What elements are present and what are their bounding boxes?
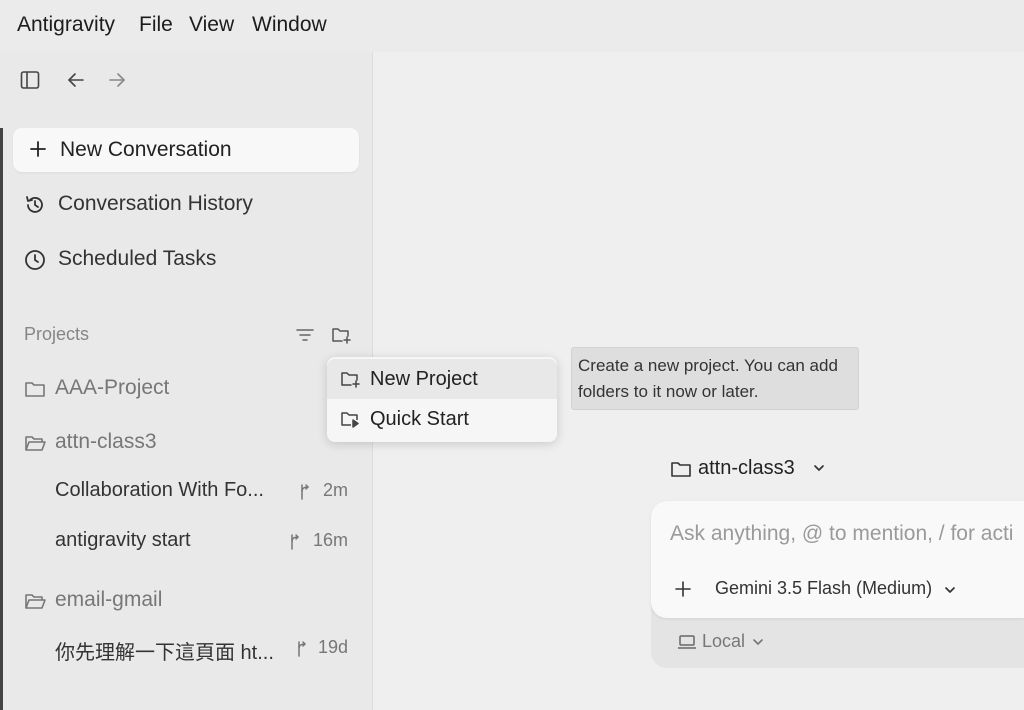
new-conversation-label: New Conversation bbox=[60, 138, 232, 161]
branch-icon bbox=[298, 483, 314, 501]
projects-header: Projects bbox=[24, 324, 90, 344]
back-arrow-icon[interactable] bbox=[66, 70, 86, 90]
add-folder-icon[interactable] bbox=[331, 326, 351, 344]
tooltip-line-1: Create a new project. You can add bbox=[578, 356, 838, 375]
menu-app[interactable]: Antigravity bbox=[17, 13, 115, 37]
folder-open-icon bbox=[24, 591, 46, 611]
branch-icon bbox=[295, 640, 311, 658]
menu-window[interactable]: Window bbox=[252, 13, 327, 37]
branch-icon bbox=[288, 533, 304, 551]
model-selector[interactable]: Gemini 3.5 Flash (Medium) bbox=[715, 578, 932, 599]
new-project-option[interactable]: New Project bbox=[327, 359, 557, 399]
new-project-label: New Project bbox=[370, 368, 478, 390]
tooltip: Create a new project. You can add folder… bbox=[571, 347, 859, 410]
workspace-name: attn-class3 bbox=[698, 457, 795, 479]
conversation-item[interactable]: Collaboration With Fo... 2m bbox=[55, 479, 355, 505]
conversation-history-label: Conversation History bbox=[58, 192, 253, 215]
conversation-time: 16m bbox=[313, 530, 349, 550]
add-attachment-icon[interactable] bbox=[675, 581, 691, 597]
environment-label: Local bbox=[702, 631, 746, 651]
sidebar-toggle-icon[interactable] bbox=[20, 70, 40, 90]
new-conversation-button[interactable]: New Conversation bbox=[13, 128, 359, 172]
laptop-icon bbox=[677, 634, 697, 650]
project-name: AAA-Project bbox=[55, 376, 170, 399]
folder-icon bbox=[670, 459, 692, 479]
clock-icon bbox=[24, 249, 46, 271]
chevron-down-icon bbox=[813, 463, 825, 473]
history-icon bbox=[24, 194, 46, 216]
chevron-down-icon[interactable] bbox=[944, 585, 956, 595]
conversation-title: Collaboration With Fo... bbox=[55, 479, 264, 501]
add-folder-icon bbox=[340, 370, 360, 388]
menu-file[interactable]: File bbox=[139, 13, 173, 37]
filter-icon[interactable] bbox=[296, 327, 314, 343]
composer-input[interactable]: Ask anything, @ to mention, / for acti bbox=[670, 522, 1013, 546]
conversation-title: antigravity start bbox=[55, 529, 191, 551]
conversation-item[interactable]: antigravity start 16m bbox=[55, 529, 355, 555]
folder-play-icon bbox=[340, 410, 360, 428]
plus-icon bbox=[29, 140, 47, 158]
quick-start-option[interactable]: Quick Start bbox=[327, 399, 557, 439]
quick-start-label: Quick Start bbox=[370, 408, 469, 430]
chevron-down-icon bbox=[752, 637, 764, 647]
folder-icon bbox=[24, 379, 46, 399]
tooltip-line-2: folders to it now or later. bbox=[578, 382, 759, 401]
forward-arrow-icon[interactable] bbox=[107, 70, 127, 90]
project-name: attn-class3 bbox=[55, 430, 157, 453]
folder-open-icon bbox=[24, 433, 46, 453]
scheduled-tasks-label: Scheduled Tasks bbox=[58, 247, 217, 270]
conversation-item[interactable]: 你先理解一下這頁面 ht... 19d bbox=[55, 636, 355, 664]
menu-view[interactable]: View bbox=[189, 13, 234, 37]
composer: Ask anything, @ to mention, / for acti G… bbox=[651, 501, 1024, 618]
conversation-title: 你先理解一下這頁面 ht... bbox=[55, 642, 274, 664]
conversation-time: 19d bbox=[318, 637, 349, 657]
new-project-menu: New Project Quick Start bbox=[327, 357, 557, 442]
menu-bar: Antigravity File View Window bbox=[0, 0, 1024, 52]
conversation-time: 2m bbox=[323, 480, 349, 500]
project-name: email-gmail bbox=[55, 588, 163, 611]
sidebar-edge bbox=[0, 128, 3, 710]
